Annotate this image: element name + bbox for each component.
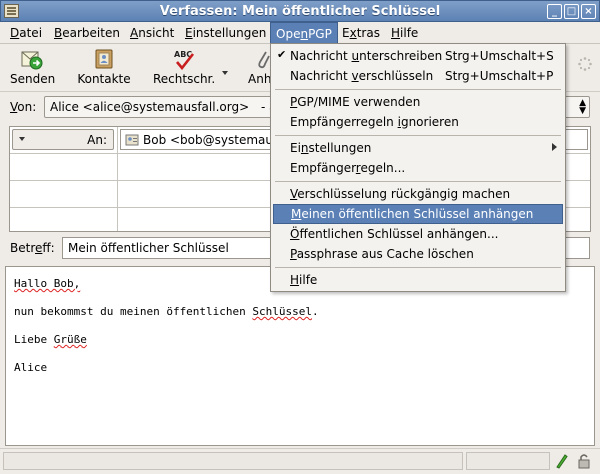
send-label: Senden: [10, 72, 56, 86]
spellcheck-icon: ABC: [174, 50, 195, 70]
from-label: Von:: [10, 100, 37, 114]
signature-status-icon[interactable]: [553, 452, 575, 470]
recipient-type-label: An:: [87, 133, 107, 147]
checkmark-icon: ✔: [277, 48, 287, 61]
progress-area: [466, 452, 550, 470]
menu-openpgp[interactable]: OpenPGP: [270, 22, 338, 44]
close-icon[interactable]: ×: [581, 4, 596, 19]
maximize-icon[interactable]: □: [564, 4, 579, 19]
submenu-arrow-icon: [552, 143, 557, 151]
paperclip-icon: [258, 51, 270, 69]
dropdown-arrow-icon: [222, 71, 228, 75]
from-value: Alice <alice@systemausfall.org>: [50, 100, 250, 114]
shortcut-label: Strg+Umschalt+P: [445, 69, 554, 83]
recipient-type-select[interactable]: An:: [12, 129, 114, 150]
send-button[interactable]: Senden: [10, 48, 56, 86]
title-bar: Verfassen: Mein öffentlicher Schlüssel _…: [0, 0, 600, 22]
menu-separator: [275, 135, 561, 136]
minimize-icon[interactable]: _: [547, 4, 562, 19]
menu-separator: [275, 89, 561, 90]
attach-label: Anh: [248, 72, 270, 86]
subject-label: Betreff:: [10, 241, 55, 255]
body-line: nun bekommst du meinen öffentlichen Schl…: [14, 305, 319, 318]
menu-item-ignore-rules[interactable]: Empfängerregeln ignorieren: [273, 112, 563, 132]
menu-separator: [275, 267, 561, 268]
menu-separator: [275, 181, 561, 182]
menu-extras[interactable]: Extras: [337, 25, 385, 43]
openpgp-menu: ✔ Nachricht unterschreiben Strg+Umschalt…: [270, 43, 566, 292]
window-title: Verfassen: Mein öffentlicher Schlüssel: [159, 4, 441, 19]
menu-item-attach-public-key[interactable]: Öffentlichen Schlüssel anhängen...: [273, 224, 563, 244]
spellcheck-label: Rechtschr.: [153, 72, 216, 86]
send-icon: [21, 51, 43, 70]
activity-throbber-icon: [578, 57, 592, 74]
contacts-button[interactable]: Kontakte: [76, 48, 132, 86]
menu-item-sign[interactable]: ✔ Nachricht unterschreiben Strg+Umschalt…: [273, 46, 563, 66]
menu-item-help[interactable]: Hilfe: [273, 270, 563, 290]
body-line: Alice: [14, 361, 48, 374]
menu-item-recipient-rules[interactable]: Empfängerregeln...: [273, 158, 563, 178]
menu-item-pgp-mime[interactable]: PGP/MIME verwenden: [273, 92, 563, 112]
menu-item-undo-encryption[interactable]: Verschlüsselung rückgängig machen: [273, 184, 563, 204]
recipient-value: Bob <bob@systemausf: [143, 133, 284, 147]
status-text-area: [3, 452, 463, 470]
dropdown-arrow-icon: [19, 137, 25, 141]
menu-ansicht[interactable]: Ansicht: [125, 25, 179, 43]
shortcut-label: Strg+Umschalt+S: [445, 49, 554, 63]
contact-card-icon: [125, 134, 139, 146]
contacts-label: Kontakte: [77, 72, 131, 86]
updown-arrows-icon: ▲ ▼: [579, 98, 586, 116]
menu-hilfe[interactable]: Hilfe: [386, 25, 423, 43]
body-line: Liebe Grüße: [14, 333, 87, 346]
menu-bar: Datei Bearbeiten Ansicht Einstellungen O…: [0, 22, 600, 44]
menu-datei[interactable]: Datei: [5, 25, 47, 43]
menu-item-settings[interactable]: Einstellungen: [273, 138, 563, 158]
menu-item-attach-my-key[interactable]: Meinen öffentlichen Schlüssel anhängen: [273, 204, 563, 224]
address-book-icon: [95, 49, 113, 69]
menu-einstellungen[interactable]: Einstellungen: [180, 25, 271, 43]
menu-item-encrypt[interactable]: Nachricht verschlüsseln Strg+Umschalt+P: [273, 66, 563, 86]
message-body[interactable]: Hallo Bob, nun bekommst du meinen öffent…: [5, 266, 595, 446]
encryption-status-icon[interactable]: [576, 452, 596, 470]
spellcheck-dropdown[interactable]: [220, 64, 230, 78]
menu-item-clear-passphrase[interactable]: Passphrase aus Cache löschen: [273, 244, 563, 264]
menu-bearbeiten[interactable]: Bearbeiten: [49, 25, 125, 43]
attach-button[interactable]: Anh: [248, 48, 270, 86]
spellcheck-button[interactable]: ABC Rechtschr.: [153, 48, 215, 86]
status-bar: [0, 448, 600, 474]
